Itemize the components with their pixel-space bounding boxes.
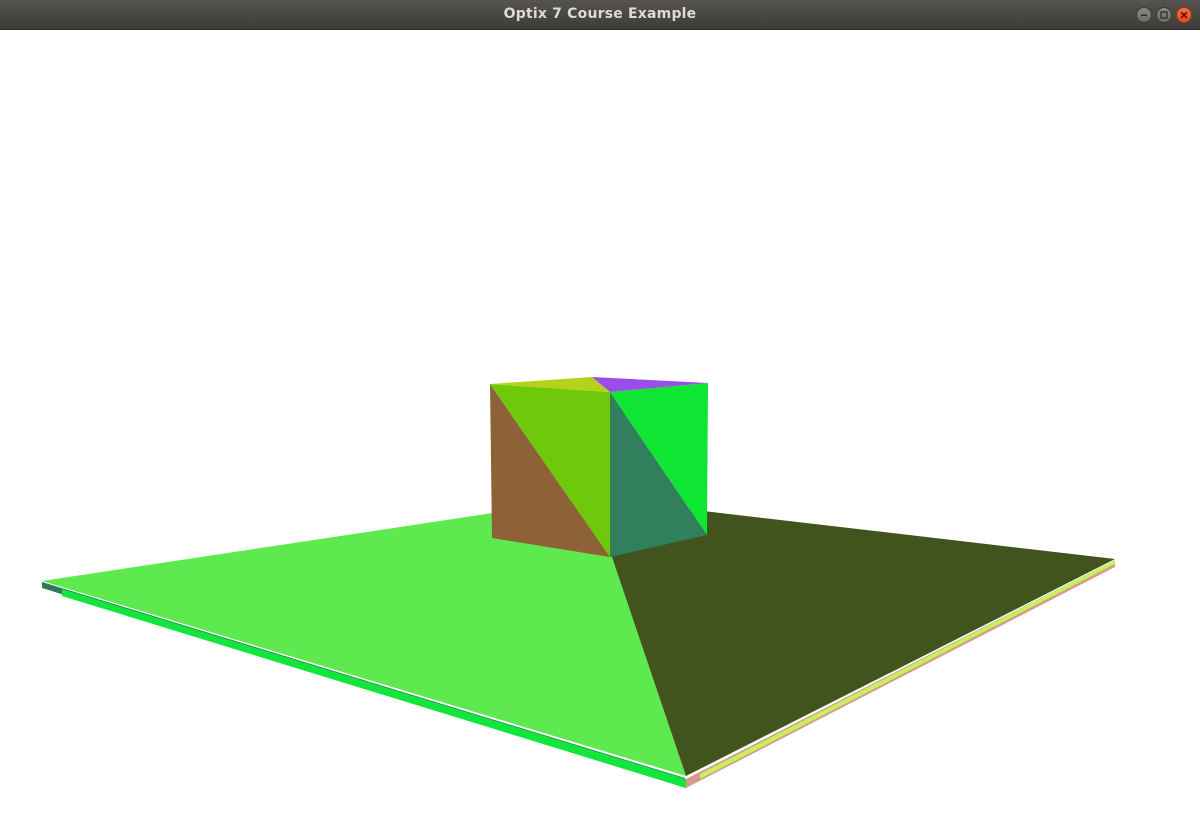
cube xyxy=(490,377,708,557)
app-window: Optix 7 Course Example xyxy=(0,0,1200,830)
rendered-scene xyxy=(42,377,1115,788)
minimize-button[interactable] xyxy=(1136,7,1152,23)
close-button[interactable] xyxy=(1176,7,1192,23)
close-icon xyxy=(1180,11,1188,19)
maximize-button[interactable] xyxy=(1156,7,1172,23)
maximize-icon xyxy=(1160,11,1168,19)
minimize-icon xyxy=(1141,14,1147,16)
window-controls xyxy=(1136,7,1192,23)
render-viewport[interactable] xyxy=(0,30,1200,830)
window-title: Optix 7 Course Example xyxy=(503,6,697,22)
titlebar[interactable]: Optix 7 Course Example xyxy=(0,0,1200,30)
